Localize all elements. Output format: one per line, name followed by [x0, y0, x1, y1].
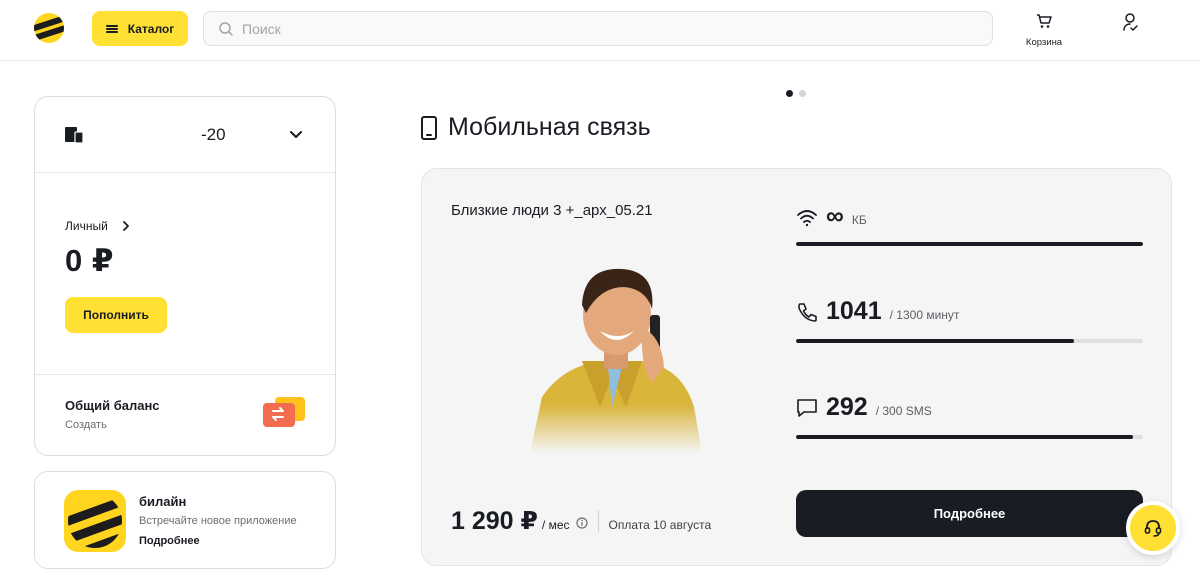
account-card: -20 Личный 0 ₽ Пополнить Общий баланс Со…	[34, 96, 336, 456]
balance-section: Личный 0 ₽ Пополнить	[35, 173, 335, 375]
app-promo-subtitle: Встречайте новое приложение	[139, 515, 297, 527]
chevron-right-icon	[122, 221, 129, 231]
tariff-details-button[interactable]: Подробнее	[796, 490, 1143, 537]
account-type-label: Личный	[65, 219, 108, 233]
section-title-text: Мобильная связь	[448, 113, 651, 141]
promo-man-photo	[522, 257, 702, 453]
carousel-dots	[786, 90, 806, 97]
support-chat-button[interactable]	[1126, 501, 1180, 555]
wifi-icon	[797, 209, 817, 226]
minutes-remaining: 1041	[826, 297, 882, 325]
section-title: Мобильная связь	[420, 113, 651, 142]
internet-progress	[796, 242, 1143, 246]
topup-button[interactable]: Пополнить	[65, 297, 167, 333]
headset-icon	[1144, 520, 1162, 537]
account-type-link[interactable]: Личный	[65, 219, 335, 233]
app-promo-card[interactable]: билайн Встречайте новое приложение Подро…	[34, 471, 336, 569]
sms-remaining: 292	[826, 393, 868, 421]
profile-icon	[1123, 13, 1138, 32]
sms-progress	[796, 435, 1143, 439]
account-selector[interactable]: -20	[35, 97, 335, 173]
app-promo-link[interactable]: Подробнее	[139, 535, 200, 547]
price-unit: / мес	[541, 518, 570, 532]
internet-unit: КБ	[851, 213, 867, 227]
divider	[597, 510, 599, 532]
cart-button[interactable]: Корзина	[1020, 12, 1068, 48]
call-icon	[798, 302, 817, 322]
cart-label: Корзина	[1025, 37, 1063, 48]
shared-balance[interactable]: Общий баланс Создать	[35, 375, 335, 455]
app-promo-title: билайн	[139, 494, 187, 509]
cart-icon	[1037, 14, 1052, 28]
message-icon	[797, 398, 817, 417]
sim-devices-icon	[65, 126, 84, 143]
profile-button[interactable]	[1121, 12, 1141, 32]
tariff-price: 1 290 ₽ / мес Оплата 10 августа	[451, 506, 711, 536]
shared-wallet-icon	[263, 397, 305, 427]
header: Каталог Корзина	[0, 0, 1200, 61]
catalog-button[interactable]: Каталог	[92, 11, 188, 46]
internet-value: ∞	[826, 202, 844, 230]
tariff-name: Близкие люди 3 +_арх_05.21	[451, 202, 653, 219]
catalog-label: Каталог	[127, 21, 175, 36]
minutes-total: / 1300 минут	[889, 308, 960, 322]
search-icon	[219, 21, 233, 36]
menu-icon	[105, 24, 118, 33]
price-value: 1 290 ₽	[451, 507, 538, 535]
info-icon[interactable]	[575, 517, 588, 529]
beeline-app-icon	[64, 490, 126, 552]
internet-meter: ∞ КБ	[796, 202, 1143, 246]
carousel-dot-1[interactable]	[786, 90, 793, 97]
search-input[interactable]	[242, 20, 942, 37]
sms-meter: 292 / 300 SMS	[796, 393, 1143, 439]
search-bar[interactable]	[203, 11, 993, 46]
account-number: -20	[93, 125, 226, 145]
minutes-meter: 1041 / 1300 минут	[796, 297, 1143, 343]
phone-icon	[421, 115, 437, 140]
chevron-down-icon	[290, 131, 302, 138]
carousel-dot-2[interactable]	[799, 90, 806, 97]
payment-date: Оплата 10 августа	[608, 518, 712, 532]
sms-total: / 300 SMS	[875, 404, 932, 418]
minutes-progress	[796, 339, 1143, 343]
beeline-logo[interactable]	[34, 13, 64, 43]
tariff-card: Близкие люди 3 +_арх_05.21 ∞ КБ 1041 / 1…	[421, 168, 1172, 566]
balance-value: 0 ₽	[65, 243, 114, 278]
